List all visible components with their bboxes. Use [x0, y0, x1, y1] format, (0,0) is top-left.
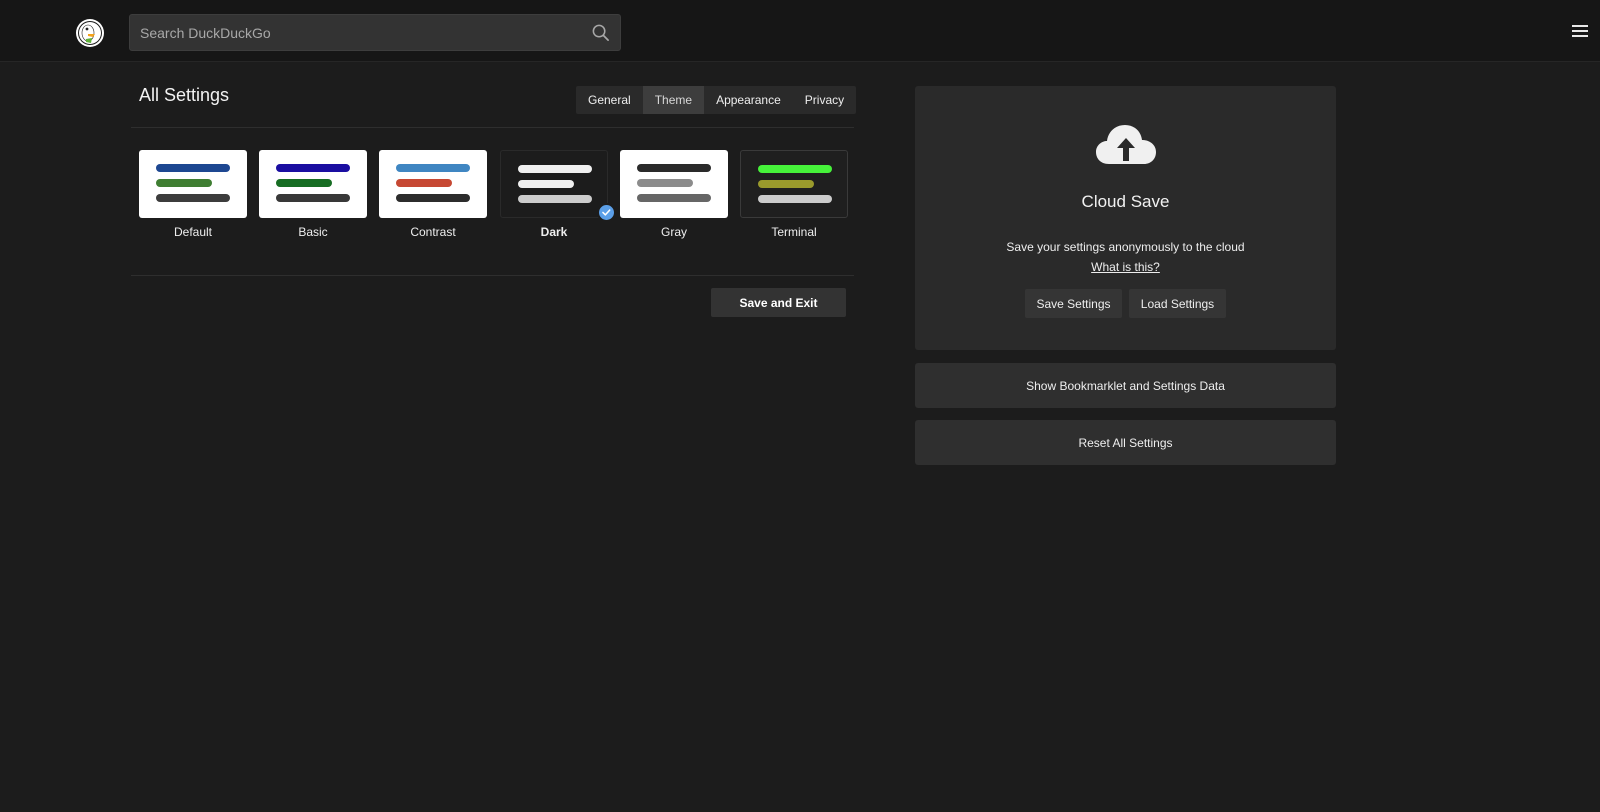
load-settings-button[interactable]: Load Settings	[1129, 289, 1226, 318]
search-input[interactable]	[130, 15, 570, 50]
theme-swatch	[500, 150, 616, 222]
what-is-this-link[interactable]: What is this?	[915, 260, 1336, 274]
theme-swatch	[620, 150, 728, 218]
theme-option-dark[interactable]: Dark	[500, 150, 616, 239]
theme-option-gray[interactable]: Gray	[620, 150, 728, 239]
settings-tabs: General Theme Appearance Privacy	[576, 86, 857, 114]
top-header	[0, 0, 1600, 62]
page-title: All Settings	[139, 85, 230, 105]
cloud-upload-icon	[1096, 125, 1156, 164]
save-and-exit-button[interactable]: Save and Exit	[711, 288, 846, 317]
show-bookmarklet-button[interactable]: Show Bookmarklet and Settings Data	[915, 363, 1336, 408]
save-settings-button[interactable]: Save Settings	[1025, 289, 1122, 318]
theme-swatch	[379, 150, 487, 218]
theme-swatch	[740, 150, 848, 218]
tab-general[interactable]: General	[576, 86, 643, 114]
divider	[131, 275, 854, 276]
tab-appearance[interactable]: Appearance	[704, 86, 793, 114]
theme-option-default[interactable]: Default	[139, 150, 247, 239]
theme-label: Basic	[298, 225, 328, 239]
theme-label: Contrast	[410, 225, 456, 239]
hamburger-menu-icon[interactable]	[1572, 25, 1588, 38]
theme-swatch	[139, 150, 247, 218]
tab-theme[interactable]: Theme	[642, 86, 705, 114]
duckduckgo-logo-icon[interactable]	[75, 18, 105, 48]
theme-swatch	[259, 150, 367, 218]
reset-all-settings-button[interactable]: Reset All Settings	[915, 420, 1336, 465]
theme-label: Terminal	[771, 225, 817, 239]
cloud-save-card: Cloud Save Save your settings anonymousl…	[915, 86, 1336, 350]
search-icon[interactable]	[591, 23, 610, 42]
theme-label: Dark	[540, 225, 568, 239]
cloud-save-title: Cloud Save	[1081, 192, 1170, 211]
search-box	[129, 14, 621, 51]
theme-option-basic[interactable]: Basic	[259, 150, 367, 239]
theme-option-contrast[interactable]: Contrast	[379, 150, 487, 239]
theme-label: Gray	[660, 225, 687, 239]
divider	[131, 127, 854, 128]
theme-option-terminal[interactable]: Terminal	[740, 150, 848, 239]
tab-privacy[interactable]: Privacy	[793, 86, 856, 114]
cloud-save-description: Save your settings anonymously to the cl…	[1006, 240, 1245, 254]
theme-label: Default	[173, 225, 213, 239]
checkmark-icon	[597, 203, 616, 222]
